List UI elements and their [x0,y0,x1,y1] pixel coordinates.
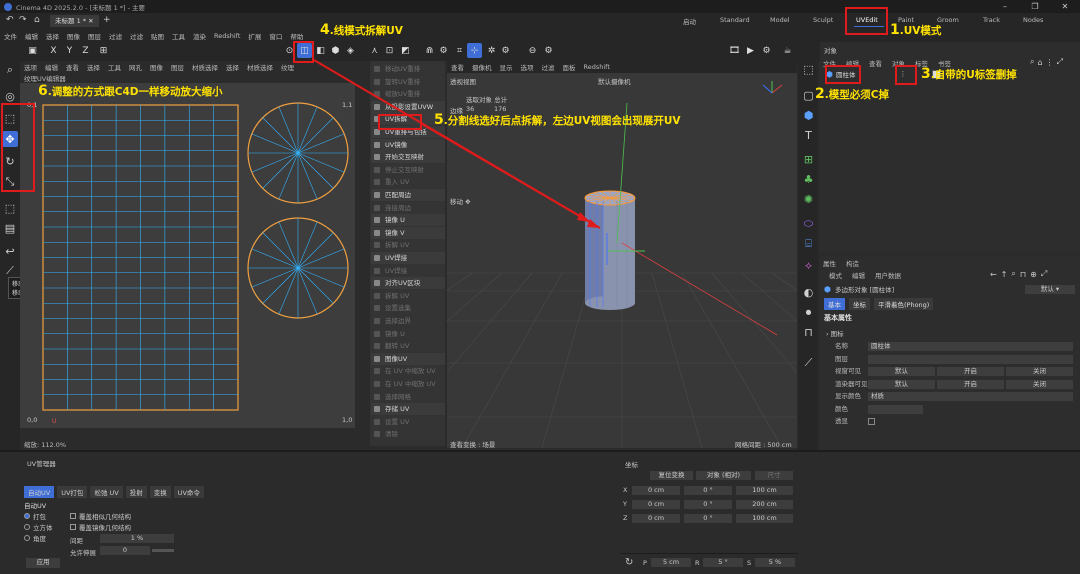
annotation-6: 6.调整的方式跟C4D一样移动放大缩小 [38,83,223,99]
annotation-2: 2.模型必须C掉 [815,86,889,102]
annotation-1: 1.UV模式 [890,22,942,38]
arrow-unwrap-to-model [421,123,601,229]
annotation-4: 4.线模式拆解UV [320,22,403,38]
annotation-3: 3.自带的U标签删掉 [921,66,1017,82]
annotation-5: 5.分割线选好后点拆解，左边UV视图会出现展开UV [434,112,681,128]
